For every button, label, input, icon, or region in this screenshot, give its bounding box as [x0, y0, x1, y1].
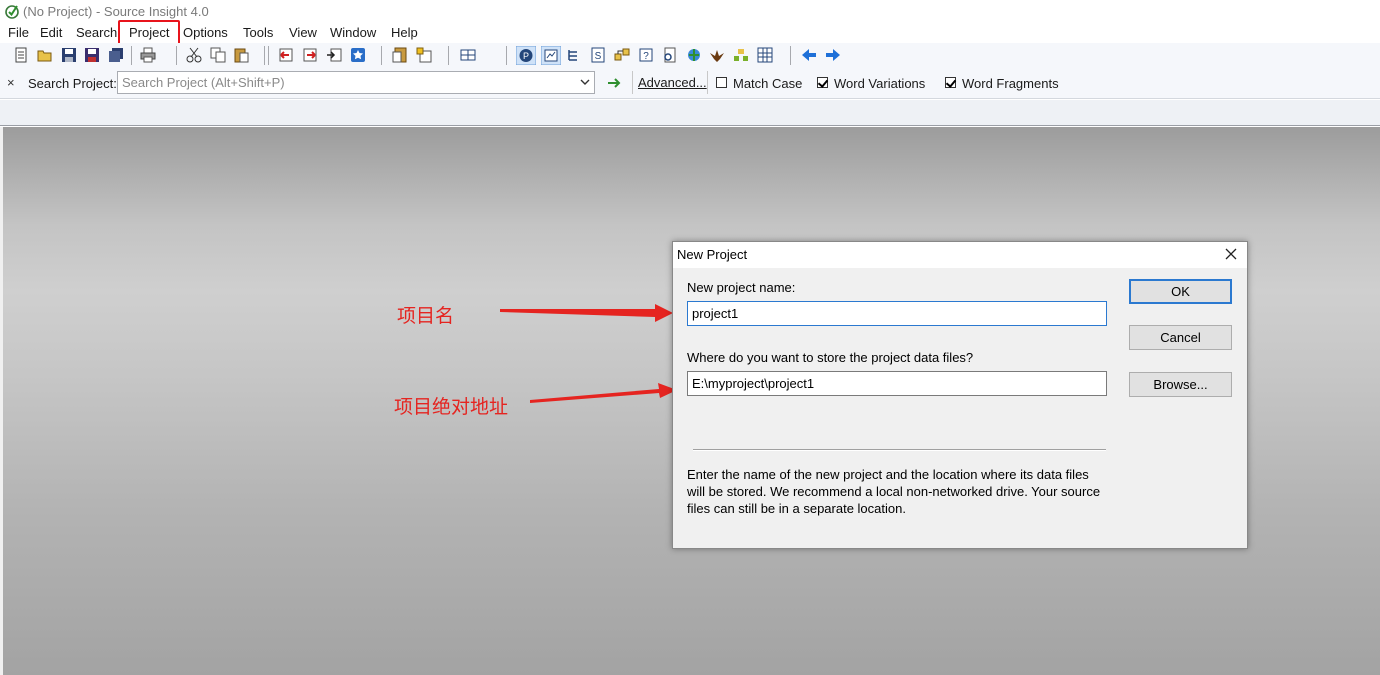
- copy-icon[interactable]: [210, 47, 226, 63]
- match-case-checkbox[interactable]: [716, 77, 727, 88]
- new-project-dialog: New Project New project name: project1 W…: [672, 241, 1248, 549]
- paste-icon[interactable]: [233, 47, 249, 63]
- menu-bar: File Edit Search Project Options Tools V…: [0, 22, 1380, 43]
- bookmark-icon[interactable]: [350, 47, 366, 63]
- close-search-bar-button[interactable]: ×: [7, 75, 15, 90]
- help-window-icon[interactable]: ?: [638, 47, 654, 63]
- project-files-icon[interactable]: [392, 47, 408, 63]
- open-folder-icon[interactable]: [37, 47, 53, 63]
- project-name-label: New project name:: [687, 280, 796, 295]
- window-titlebar: (No Project) - Source Insight 4.0: [0, 0, 1380, 22]
- svg-text:P: P: [523, 51, 529, 61]
- ok-button[interactable]: OK: [1129, 279, 1232, 304]
- annotation-project-path: 项目绝对地址: [394, 396, 509, 418]
- project-window-toggle-icon[interactable]: P: [516, 46, 536, 65]
- document-tab-strip: [0, 100, 1380, 126]
- new-window-icon[interactable]: [416, 47, 432, 63]
- save-icon[interactable]: [61, 47, 77, 63]
- relation-window-icon[interactable]: [566, 47, 582, 63]
- window-layout-icon[interactable]: [460, 47, 476, 63]
- project-location-input[interactable]: E:\myproject\project1: [687, 371, 1107, 396]
- menu-search[interactable]: Search: [76, 25, 117, 40]
- dialog-title: New Project: [677, 247, 748, 262]
- match-case-label: Match Case: [733, 76, 803, 91]
- svg-text:?: ?: [643, 51, 649, 62]
- toolbar-separator: [131, 46, 132, 65]
- close-icon[interactable]: [1223, 246, 1239, 262]
- chevron-down-icon[interactable]: [580, 77, 590, 87]
- clip-window-icon[interactable]: [614, 47, 630, 63]
- toolbar-separator: [790, 46, 791, 65]
- word-variations-checkbox[interactable]: [817, 77, 828, 88]
- go-back-marker-icon[interactable]: [278, 47, 294, 63]
- project-name-input[interactable]: project1: [687, 301, 1107, 326]
- search-project-label: Search Project:: [28, 76, 117, 91]
- cut-icon[interactable]: [186, 47, 202, 63]
- advanced-search-button[interactable]: Advanced...: [632, 71, 708, 94]
- svg-text:S: S: [595, 51, 602, 62]
- go-forward-marker-icon[interactable]: [302, 47, 318, 63]
- menu-options[interactable]: Options: [183, 25, 228, 40]
- menu-help[interactable]: Help: [391, 25, 418, 40]
- source-insight-logo-icon: [5, 5, 19, 19]
- word-variations-label: Word Variations: [834, 76, 926, 91]
- main-toolbar: P S ?: [0, 43, 1380, 68]
- menu-window[interactable]: Window: [330, 25, 376, 40]
- advanced-label: Advanced...: [638, 75, 707, 90]
- word-fragments-checkbox[interactable]: [945, 77, 956, 88]
- save-as-icon[interactable]: [84, 47, 100, 63]
- dialog-titlebar: New Project: [673, 242, 1247, 268]
- toolbar-separator: [381, 46, 382, 65]
- window-title: (No Project) - Source Insight 4.0: [23, 4, 209, 19]
- word-fragments-label: Word Fragments: [962, 76, 1059, 91]
- symbol-window-icon[interactable]: S: [590, 47, 606, 63]
- grid-window-icon[interactable]: [757, 47, 773, 63]
- toolbar-separator: [264, 46, 265, 65]
- search-project-placeholder: Search Project (Alt+Shift+P): [122, 75, 285, 90]
- bird-icon[interactable]: [709, 47, 725, 63]
- context-window-toggle-icon[interactable]: [541, 46, 561, 65]
- menu-view[interactable]: View: [289, 25, 317, 40]
- print-icon[interactable]: [140, 47, 156, 63]
- save-all-icon[interactable]: [108, 47, 124, 63]
- browse-button[interactable]: Browse...: [1129, 372, 1232, 397]
- toolbar-separator: [268, 46, 269, 65]
- new-file-icon[interactable]: [13, 47, 29, 63]
- toolbar-separator: [506, 46, 507, 65]
- search-results-icon[interactable]: [662, 47, 678, 63]
- browser-window-icon[interactable]: [686, 47, 702, 63]
- relation-graph-icon[interactable]: [733, 47, 749, 63]
- dialog-help-text: Enter the name of the new project and th…: [687, 467, 1101, 516]
- cancel-button[interactable]: Cancel: [1129, 325, 1232, 350]
- project-location-label: Where do you want to store the project d…: [687, 350, 974, 365]
- search-go-arrow-icon[interactable]: [603, 73, 625, 93]
- menu-file[interactable]: File: [8, 25, 29, 40]
- arrow-left-icon[interactable]: [801, 47, 817, 63]
- search-project-input[interactable]: Search Project (Alt+Shift+P): [117, 71, 595, 94]
- annotation-project-name: 项目名: [397, 305, 455, 327]
- toolbar-separator: [176, 46, 177, 65]
- arrow-right-icon[interactable]: [825, 47, 841, 63]
- jump-to-line-icon[interactable]: [326, 47, 342, 63]
- menu-tools[interactable]: Tools: [243, 25, 273, 40]
- search-project-bar: × Search Project: Search Project (Alt+Sh…: [0, 68, 1380, 99]
- toolbar-separator: [448, 46, 449, 65]
- dialog-divider: [693, 449, 1106, 450]
- menu-edit[interactable]: Edit: [40, 25, 62, 40]
